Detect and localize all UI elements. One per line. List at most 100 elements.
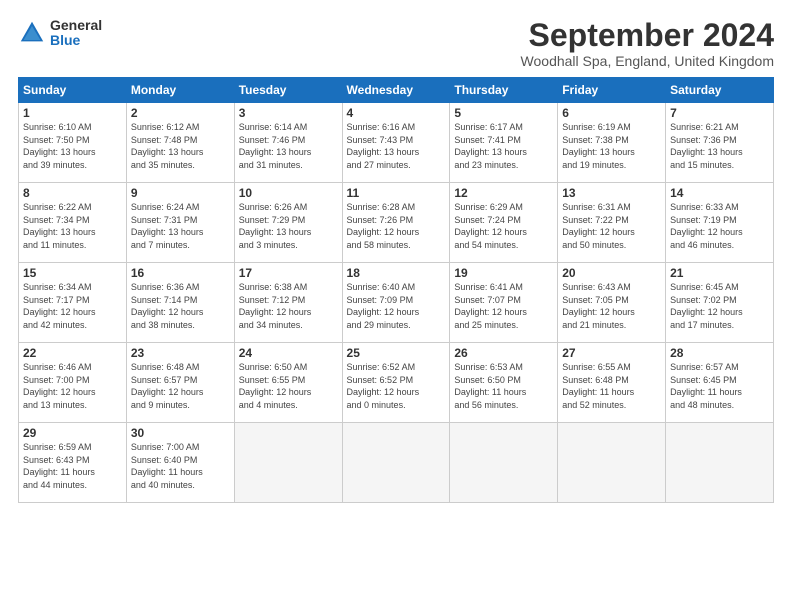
col-monday: Monday (126, 78, 234, 103)
calendar-week-row: 29Sunrise: 6:59 AMSunset: 6:43 PMDayligh… (19, 423, 774, 503)
table-row: 17Sunrise: 6:38 AMSunset: 7:12 PMDayligh… (234, 263, 342, 343)
month-title: September 2024 (521, 18, 774, 53)
calendar-week-row: 22Sunrise: 6:46 AMSunset: 7:00 PMDayligh… (19, 343, 774, 423)
col-sunday: Sunday (19, 78, 127, 103)
day-number: 20 (562, 266, 661, 280)
day-number: 19 (454, 266, 553, 280)
day-info: Sunrise: 6:50 AMSunset: 6:55 PMDaylight:… (239, 361, 338, 411)
table-row (342, 423, 450, 503)
day-number: 9 (131, 186, 230, 200)
day-info: Sunrise: 6:26 AMSunset: 7:29 PMDaylight:… (239, 201, 338, 251)
day-info: Sunrise: 6:22 AMSunset: 7:34 PMDaylight:… (23, 201, 122, 251)
day-info: Sunrise: 6:45 AMSunset: 7:02 PMDaylight:… (670, 281, 769, 331)
table-row: 7Sunrise: 6:21 AMSunset: 7:36 PMDaylight… (666, 103, 774, 183)
day-number: 5 (454, 106, 553, 120)
header-row: Sunday Monday Tuesday Wednesday Thursday… (19, 78, 774, 103)
col-saturday: Saturday (666, 78, 774, 103)
day-info: Sunrise: 6:53 AMSunset: 6:50 PMDaylight:… (454, 361, 553, 411)
calendar-week-row: 8Sunrise: 6:22 AMSunset: 7:34 PMDaylight… (19, 183, 774, 263)
table-row: 8Sunrise: 6:22 AMSunset: 7:34 PMDaylight… (19, 183, 127, 263)
day-number: 26 (454, 346, 553, 360)
day-info: Sunrise: 6:31 AMSunset: 7:22 PMDaylight:… (562, 201, 661, 251)
day-number: 3 (239, 106, 338, 120)
day-info: Sunrise: 6:52 AMSunset: 6:52 PMDaylight:… (347, 361, 446, 411)
page: General Blue September 2024 Woodhall Spa… (0, 0, 792, 612)
table-row: 23Sunrise: 6:48 AMSunset: 6:57 PMDayligh… (126, 343, 234, 423)
table-row (666, 423, 774, 503)
day-number: 4 (347, 106, 446, 120)
day-number: 16 (131, 266, 230, 280)
table-row: 29Sunrise: 6:59 AMSunset: 6:43 PMDayligh… (19, 423, 127, 503)
day-number: 8 (23, 186, 122, 200)
day-info: Sunrise: 6:24 AMSunset: 7:31 PMDaylight:… (131, 201, 230, 251)
logo-blue-label: Blue (50, 33, 102, 48)
day-number: 22 (23, 346, 122, 360)
day-number: 10 (239, 186, 338, 200)
col-thursday: Thursday (450, 78, 558, 103)
day-number: 7 (670, 106, 769, 120)
table-row: 28Sunrise: 6:57 AMSunset: 6:45 PMDayligh… (666, 343, 774, 423)
title-area: September 2024 Woodhall Spa, England, Un… (521, 18, 774, 69)
table-row: 20Sunrise: 6:43 AMSunset: 7:05 PMDayligh… (558, 263, 666, 343)
table-row: 22Sunrise: 6:46 AMSunset: 7:00 PMDayligh… (19, 343, 127, 423)
calendar-week-row: 15Sunrise: 6:34 AMSunset: 7:17 PMDayligh… (19, 263, 774, 343)
table-row: 18Sunrise: 6:40 AMSunset: 7:09 PMDayligh… (342, 263, 450, 343)
col-friday: Friday (558, 78, 666, 103)
table-row (450, 423, 558, 503)
day-info: Sunrise: 6:10 AMSunset: 7:50 PMDaylight:… (23, 121, 122, 171)
day-info: Sunrise: 6:17 AMSunset: 7:41 PMDaylight:… (454, 121, 553, 171)
table-row: 19Sunrise: 6:41 AMSunset: 7:07 PMDayligh… (450, 263, 558, 343)
day-number: 23 (131, 346, 230, 360)
table-row: 24Sunrise: 6:50 AMSunset: 6:55 PMDayligh… (234, 343, 342, 423)
day-number: 11 (347, 186, 446, 200)
day-info: Sunrise: 6:12 AMSunset: 7:48 PMDaylight:… (131, 121, 230, 171)
day-info: Sunrise: 6:41 AMSunset: 7:07 PMDaylight:… (454, 281, 553, 331)
table-row: 16Sunrise: 6:36 AMSunset: 7:14 PMDayligh… (126, 263, 234, 343)
day-info: Sunrise: 6:43 AMSunset: 7:05 PMDaylight:… (562, 281, 661, 331)
day-info: Sunrise: 6:29 AMSunset: 7:24 PMDaylight:… (454, 201, 553, 251)
day-number: 25 (347, 346, 446, 360)
table-row: 3Sunrise: 6:14 AMSunset: 7:46 PMDaylight… (234, 103, 342, 183)
day-number: 2 (131, 106, 230, 120)
day-number: 24 (239, 346, 338, 360)
logo-icon (18, 19, 46, 47)
header: General Blue September 2024 Woodhall Spa… (18, 18, 774, 69)
day-number: 14 (670, 186, 769, 200)
table-row: 4Sunrise: 6:16 AMSunset: 7:43 PMDaylight… (342, 103, 450, 183)
logo: General Blue (18, 18, 102, 49)
day-number: 28 (670, 346, 769, 360)
day-info: Sunrise: 6:16 AMSunset: 7:43 PMDaylight:… (347, 121, 446, 171)
day-number: 13 (562, 186, 661, 200)
day-number: 1 (23, 106, 122, 120)
table-row: 11Sunrise: 6:28 AMSunset: 7:26 PMDayligh… (342, 183, 450, 263)
day-info: Sunrise: 6:57 AMSunset: 6:45 PMDaylight:… (670, 361, 769, 411)
day-number: 17 (239, 266, 338, 280)
col-wednesday: Wednesday (342, 78, 450, 103)
day-info: Sunrise: 6:36 AMSunset: 7:14 PMDaylight:… (131, 281, 230, 331)
day-info: Sunrise: 6:33 AMSunset: 7:19 PMDaylight:… (670, 201, 769, 251)
table-row (558, 423, 666, 503)
table-row: 1Sunrise: 6:10 AMSunset: 7:50 PMDaylight… (19, 103, 127, 183)
table-row: 12Sunrise: 6:29 AMSunset: 7:24 PMDayligh… (450, 183, 558, 263)
day-info: Sunrise: 6:48 AMSunset: 6:57 PMDaylight:… (131, 361, 230, 411)
logo-text: General Blue (50, 18, 102, 49)
day-number: 21 (670, 266, 769, 280)
day-info: Sunrise: 6:34 AMSunset: 7:17 PMDaylight:… (23, 281, 122, 331)
day-info: Sunrise: 6:19 AMSunset: 7:38 PMDaylight:… (562, 121, 661, 171)
day-number: 15 (23, 266, 122, 280)
table-row: 13Sunrise: 6:31 AMSunset: 7:22 PMDayligh… (558, 183, 666, 263)
day-info: Sunrise: 6:28 AMSunset: 7:26 PMDaylight:… (347, 201, 446, 251)
table-row: 25Sunrise: 6:52 AMSunset: 6:52 PMDayligh… (342, 343, 450, 423)
day-number: 29 (23, 426, 122, 440)
table-row: 26Sunrise: 6:53 AMSunset: 6:50 PMDayligh… (450, 343, 558, 423)
day-number: 18 (347, 266, 446, 280)
day-info: Sunrise: 6:21 AMSunset: 7:36 PMDaylight:… (670, 121, 769, 171)
table-row: 15Sunrise: 6:34 AMSunset: 7:17 PMDayligh… (19, 263, 127, 343)
table-row: 10Sunrise: 6:26 AMSunset: 7:29 PMDayligh… (234, 183, 342, 263)
location-subtitle: Woodhall Spa, England, United Kingdom (521, 53, 774, 69)
day-info: Sunrise: 6:59 AMSunset: 6:43 PMDaylight:… (23, 441, 122, 491)
day-number: 6 (562, 106, 661, 120)
calendar-week-row: 1Sunrise: 6:10 AMSunset: 7:50 PMDaylight… (19, 103, 774, 183)
day-info: Sunrise: 6:40 AMSunset: 7:09 PMDaylight:… (347, 281, 446, 331)
logo-general-label: General (50, 18, 102, 33)
